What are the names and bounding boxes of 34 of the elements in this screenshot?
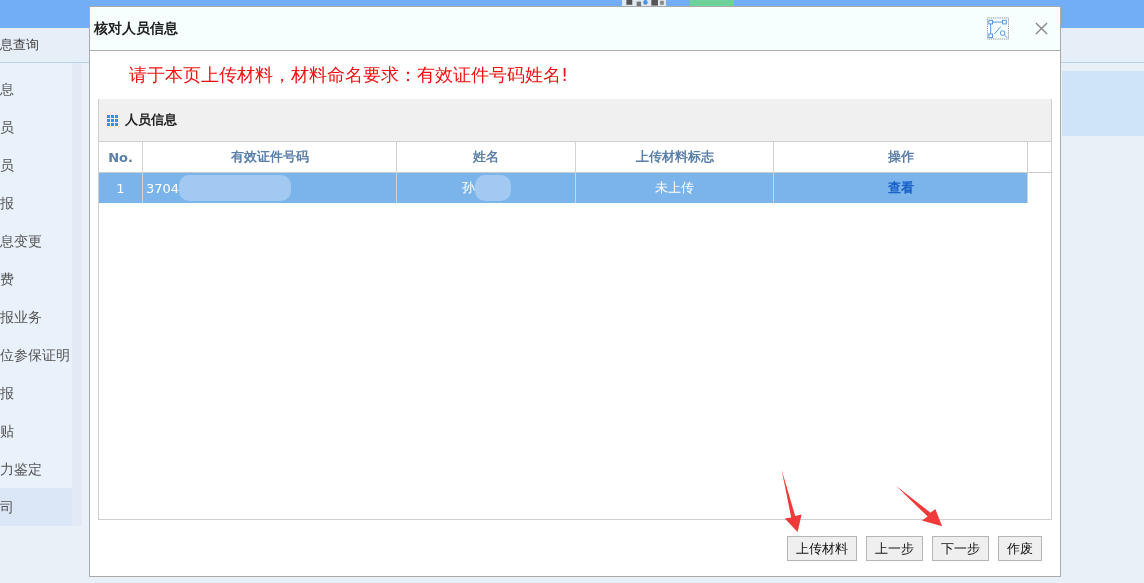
dialog-title: 核对人员信息 [94, 19, 178, 38]
sidebar-item[interactable]: 报 [0, 184, 72, 222]
action-button[interactable]: 作废 [998, 536, 1042, 561]
sidebar-item[interactable]: 位参保证明 [0, 336, 72, 374]
notice-text: 请于本页上传材料，材料命名要求：有效证件号码姓名! [128, 63, 570, 87]
action-button[interactable]: 上一步 [866, 536, 923, 561]
action-button[interactable]: 下一步 [932, 536, 989, 561]
column-header: 操作 [774, 142, 1028, 172]
breadcrumb: 息查询 [0, 36, 39, 54]
resize-icon[interactable] [987, 16, 1009, 41]
grid-icon [107, 114, 118, 126]
sidebar-item[interactable]: 司 [0, 488, 72, 526]
close-icon[interactable] [1035, 22, 1048, 35]
table-cell: 3704 [143, 173, 397, 203]
sidebar-item[interactable]: 贴 [0, 412, 72, 450]
column-header: 有效证件号码 [143, 142, 397, 172]
tag-badge [690, 0, 734, 6]
column-header: No. [99, 142, 143, 172]
action-button[interactable]: 上传材料 [787, 536, 857, 561]
sidebar-item[interactable]: 报 [0, 374, 72, 412]
column-header: 上传材料标志 [576, 142, 774, 172]
sidebar-item[interactable]: 息 [0, 70, 72, 108]
redaction-blur [474, 175, 511, 201]
panel-title: 人员信息 [125, 111, 177, 129]
table-cell: 孙 [397, 173, 576, 203]
sidebar-item[interactable]: 费 [0, 260, 72, 298]
sidebar-item[interactable]: 员 [0, 108, 72, 146]
table-cell: 1 [99, 173, 143, 203]
table-cell: 未上传 [576, 173, 774, 203]
sidebar-item[interactable]: 力鉴定 [0, 450, 72, 488]
sidebar-item[interactable]: 员 [0, 146, 72, 184]
sidebar-item[interactable]: 报业务 [0, 298, 72, 336]
sidebar-item[interactable]: 息变更 [0, 222, 72, 260]
column-header: 姓名 [397, 142, 576, 172]
